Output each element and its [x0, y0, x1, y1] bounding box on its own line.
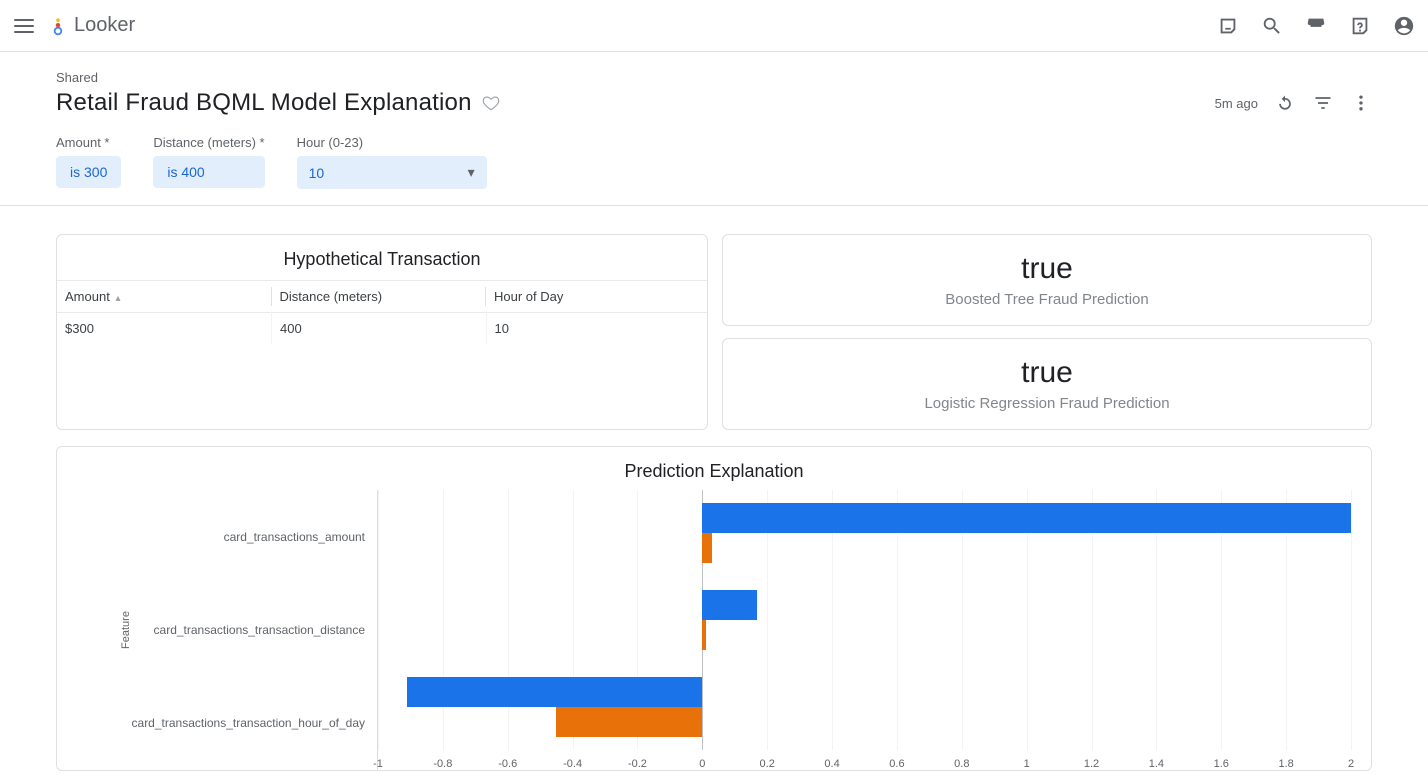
chart-bar — [702, 533, 712, 563]
chevron-down-icon: ▾ — [468, 164, 475, 181]
col-amount[interactable]: Amount ▴ — [57, 281, 272, 313]
x-tick: 2 — [1348, 758, 1354, 770]
x-tick: -0.4 — [563, 758, 582, 770]
menu-icon[interactable] — [12, 14, 36, 38]
tile-hypothetical-transaction: Hypothetical Transaction Amount ▴ Distan… — [56, 234, 708, 430]
more-icon[interactable] — [1350, 92, 1372, 114]
filter-distance-value[interactable]: is 400 — [153, 156, 264, 188]
chart-bar — [702, 503, 1351, 533]
search-icon[interactable] — [1260, 14, 1284, 38]
app-name: Looker — [74, 14, 135, 37]
tile-title: Hypothetical Transaction — [57, 235, 707, 280]
transaction-table: Amount ▴ Distance (meters) Hour of Day $… — [57, 280, 707, 344]
prediction-label: Boosted Tree Fraud Prediction — [945, 291, 1148, 308]
filter-amount-value[interactable]: is 300 — [56, 156, 121, 188]
x-tick: 1 — [1024, 758, 1030, 770]
x-tick: -1 — [373, 758, 383, 770]
x-tick: -0.8 — [433, 758, 452, 770]
x-axis-ticks: -1-0.8-0.6-0.4-0.200.20.40.60.811.21.41.… — [378, 750, 1351, 770]
x-tick: 1.2 — [1084, 758, 1099, 770]
filter-label: Distance (meters) * — [153, 135, 264, 150]
marketplace-icon[interactable] — [1304, 14, 1328, 38]
chart-category: card_transactions_amount — [77, 490, 377, 583]
tile-prediction-explanation: Prediction Explanation Feature card_tran… — [56, 446, 1372, 771]
x-tick: 0.6 — [889, 758, 904, 770]
filter-label: Amount * — [56, 135, 121, 150]
page-title: Retail Fraud BQML Model Explanation — [56, 89, 472, 117]
inbox-icon[interactable] — [1216, 14, 1240, 38]
favorite-icon[interactable] — [482, 94, 500, 112]
x-tick: 0 — [699, 758, 705, 770]
col-hour[interactable]: Hour of Day — [486, 281, 707, 313]
x-tick: -0.6 — [498, 758, 517, 770]
col-distance[interactable]: Distance (meters) — [272, 281, 487, 313]
x-tick: 0.4 — [824, 758, 839, 770]
filter-hour-select[interactable]: 10 ▾ — [297, 156, 487, 189]
tile-boosted-prediction: true Boosted Tree Fraud Prediction — [722, 234, 1372, 326]
grid-line — [378, 490, 379, 750]
x-tick: 1.6 — [1214, 758, 1229, 770]
grid-line — [508, 490, 509, 750]
filter-hour: Hour (0-23) 10 ▾ — [297, 135, 487, 189]
chart-bar — [702, 620, 705, 650]
app-logo[interactable]: Looker — [48, 14, 135, 37]
refresh-icon[interactable] — [1274, 92, 1296, 114]
grid-line — [1351, 490, 1352, 750]
filters-row: Amount * is 300 Distance (meters) * is 4… — [56, 135, 1372, 189]
x-tick: 1.4 — [1149, 758, 1164, 770]
prediction-label: Logistic Regression Fraud Prediction — [924, 395, 1169, 412]
tile-logistic-prediction: true Logistic Regression Fraud Predictio… — [722, 338, 1372, 430]
cell-amount: $300 — [57, 313, 272, 345]
chart-bar — [556, 707, 702, 737]
looker-logo-icon — [48, 16, 68, 36]
x-tick: 1.8 — [1278, 758, 1293, 770]
y-axis-label: Feature — [120, 611, 132, 649]
x-tick: 0.8 — [954, 758, 969, 770]
filter-label: Hour (0-23) — [297, 135, 487, 150]
sort-asc-icon: ▴ — [115, 293, 120, 304]
chart-plot-area: -1-0.8-0.6-0.4-0.200.20.40.60.811.21.41.… — [377, 490, 1351, 770]
filter-icon[interactable] — [1312, 92, 1334, 114]
last-refresh-label: 5m ago — [1215, 96, 1258, 111]
grid-line — [443, 490, 444, 750]
cell-distance: 400 — [272, 313, 487, 345]
filter-distance: Distance (meters) * is 400 — [153, 135, 264, 188]
account-icon[interactable] — [1392, 14, 1416, 38]
table-row: $300 400 10 — [57, 313, 707, 345]
x-tick: 0.2 — [760, 758, 775, 770]
help-icon[interactable] — [1348, 14, 1372, 38]
dashboard-content: Hypothetical Transaction Amount ▴ Distan… — [0, 206, 1428, 771]
dashboard-header: Shared Retail Fraud BQML Model Explanati… — [0, 52, 1428, 206]
chart-bar — [407, 677, 702, 707]
prediction-value: true — [1021, 252, 1073, 285]
cell-hour: 10 — [486, 313, 707, 345]
tile-title: Prediction Explanation — [57, 461, 1371, 482]
explanation-chart: Feature card_transactions_amount card_tr… — [57, 490, 1371, 770]
prediction-value: true — [1021, 356, 1073, 389]
filter-hour-value: 10 — [309, 165, 325, 181]
top-bar: Looker — [0, 0, 1428, 52]
chart-category: card_transactions_transaction_hour_of_da… — [77, 677, 377, 770]
filter-amount: Amount * is 300 — [56, 135, 121, 188]
x-tick: -0.2 — [628, 758, 647, 770]
chart-bar — [702, 590, 757, 620]
breadcrumb[interactable]: Shared — [56, 70, 1372, 85]
